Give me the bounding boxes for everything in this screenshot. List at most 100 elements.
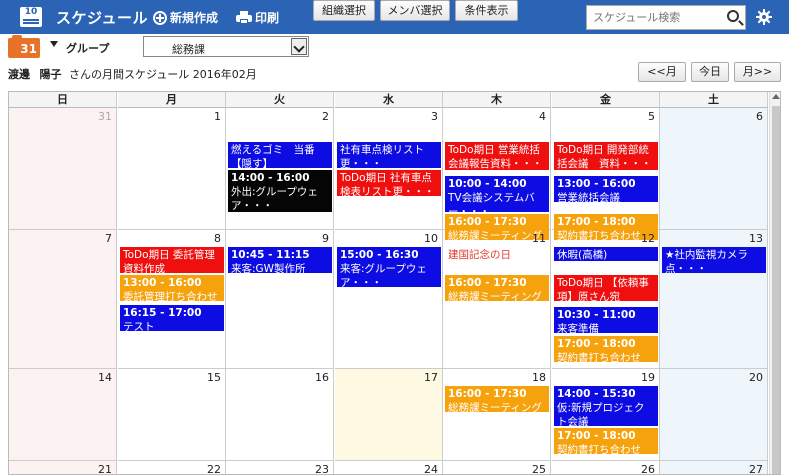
day-number[interactable]: 26	[641, 463, 655, 474]
day-number[interactable]: 20	[749, 371, 763, 384]
day-cell[interactable]: 13 ★社内監視カメラ点・・・	[660, 230, 768, 369]
day-cell[interactable]: 24	[335, 461, 443, 474]
caret-down-icon[interactable]	[50, 41, 58, 47]
scrollbar-thumb[interactable]	[772, 106, 780, 474]
day-cell[interactable]: 20	[660, 369, 768, 461]
calendar-app-icon[interactable]: 10	[20, 7, 42, 27]
day-cell[interactable]: 5 ToDo期日 開発部統括会議 資料・・・ 13:00 - 16:00 営業統括会議…	[552, 108, 660, 240]
day-cell[interactable]: 3 社有車点検リスト更・・・ ToDo期日 社有車点検表リスト更・・・	[335, 108, 443, 230]
calendar-event[interactable]: 16:00 - 17:30 総務課ミーティング	[445, 386, 549, 412]
calendar-event[interactable]: ToDo期日 開発部統括会議 資料・・・	[554, 142, 658, 170]
prev-month-button[interactable]: <<月	[638, 62, 686, 82]
day-number[interactable]: 16	[315, 371, 329, 384]
calendar-event[interactable]: 14:00 - 16:00 外出:グループウェア・・・	[228, 170, 332, 212]
calendar-event[interactable]: 16:00 - 17:30 総務課ミーティング	[445, 275, 549, 301]
calendar-event[interactable]: 15:00 - 16:30 来客:グループウェア・・・	[337, 247, 441, 287]
day-cell[interactable]: 18 16:00 - 17:30 総務課ミーティング	[443, 369, 551, 461]
calendar-event[interactable]: 17:00 - 18:00 契約書打ち合わせ	[554, 428, 658, 454]
day-cell[interactable]: 4 ToDo期日 営業統括会議報告資料・・・ 10:00 - 14:00 TV会議シス…	[443, 108, 551, 240]
day-number[interactable]: 7	[105, 232, 112, 245]
calendar-event[interactable]: 16:15 - 17:00 テスト	[120, 305, 224, 331]
day-number[interactable]: 21	[98, 463, 112, 474]
gear-icon[interactable]	[756, 9, 772, 25]
calendar-event[interactable]: 社有車点検リスト更・・・	[337, 142, 441, 168]
calendar-event[interactable]: 10:00 - 14:00 TV会議システムバー・・・	[445, 176, 549, 212]
day-number[interactable]: 31	[98, 110, 112, 123]
day-cell[interactable]: 23	[226, 461, 334, 474]
day-number[interactable]: 23	[315, 463, 329, 474]
day-cell[interactable]: 6	[660, 108, 768, 230]
calendar-event[interactable]: ToDo期日 委託管理資料作成	[120, 247, 224, 273]
search-icon[interactable]	[727, 10, 739, 22]
calendar-event[interactable]: 休暇(高橋)	[554, 247, 658, 261]
day-cell[interactable]: 31	[9, 108, 117, 230]
calendar-event[interactable]: ★社内監視カメラ点・・・	[662, 247, 766, 273]
day-number[interactable]: 27	[749, 463, 763, 474]
day-cell[interactable]: 2 燃えるゴミ 当番【隠す】 14:00 - 16:00 外出:グループウェア・・・	[226, 108, 334, 230]
day-number[interactable]: 14	[98, 371, 112, 384]
next-month-button[interactable]: 月>>	[734, 62, 781, 82]
vertical-scrollbar[interactable]	[769, 92, 780, 474]
day-cell[interactable]: 10 15:00 - 16:30 来客:グループウェア・・・	[335, 230, 443, 369]
day-number[interactable]: 11	[532, 232, 546, 245]
day-number[interactable]: 13	[749, 232, 763, 245]
day-number[interactable]: 2	[322, 110, 329, 123]
day-number[interactable]: 18	[532, 371, 546, 384]
day-cell[interactable]: 1	[118, 108, 226, 230]
day-number[interactable]: 19	[641, 371, 655, 384]
day-number[interactable]: 5	[648, 110, 655, 123]
day-cell[interactable]: 11 建国記念の日 16:00 - 17:30 総務課ミーティング	[443, 230, 551, 369]
calendar-event[interactable]: 建国記念の日	[445, 247, 549, 261]
day-number[interactable]: 9	[322, 232, 329, 245]
day-number[interactable]: 25	[532, 463, 546, 474]
calendar-event[interactable]: 燃えるゴミ 当番【隠す】	[228, 142, 332, 168]
day-cell[interactable]: 19 14:00 - 15:30 仮:新規プロジェクト会議 17:00 - 18:00…	[552, 369, 660, 461]
day-number[interactable]: 10	[424, 232, 438, 245]
calendar-event[interactable]: ToDo期日 営業統括会議報告資料・・・	[445, 142, 549, 170]
day-cell[interactable]: 8 ToDo期日 委託管理資料作成 13:00 - 16:00 委託管理打ち合わせ 16…	[118, 230, 226, 369]
calendar-event[interactable]: ToDo期日 【依頼事項】原さん宛	[554, 275, 658, 301]
member-select-button[interactable]: メンバ選択	[380, 0, 450, 21]
day-cell[interactable]: 16	[226, 369, 334, 461]
day-cell[interactable]: 27	[660, 461, 768, 474]
day-number[interactable]: 8	[214, 232, 221, 245]
day-cell[interactable]: 21	[9, 461, 117, 474]
day-number[interactable]: 17	[424, 371, 438, 384]
day-cell[interactable]: 15	[118, 369, 226, 461]
app-title[interactable]: スケジュール	[56, 7, 148, 28]
org-select-button[interactable]: 組織選択	[313, 0, 375, 21]
day-cell[interactable]: 7	[9, 230, 117, 369]
day-number[interactable]: 1	[214, 110, 221, 123]
day-number[interactable]: 12	[641, 232, 655, 245]
day-cell[interactable]: 9 10:45 - 11:15 来客:GW製作所	[226, 230, 334, 369]
calendar-event[interactable]: 10:45 - 11:15 来客:GW製作所	[228, 247, 332, 273]
day-number[interactable]: 15	[207, 371, 221, 384]
day-number[interactable]: 4	[539, 110, 546, 123]
day-number[interactable]: 24	[424, 463, 438, 474]
condition-show-button[interactable]: 条件表示	[455, 0, 518, 21]
weekday-label: 火	[226, 92, 334, 108]
calendar-event[interactable]: 14:00 - 15:30 仮:新規プロジェクト会議	[554, 386, 658, 426]
today-button[interactable]: 今日	[691, 62, 729, 82]
calendar-event[interactable]: 13:00 - 16:00 委託管理打ち合わせ	[120, 275, 224, 301]
calendar-event[interactable]: 17:00 - 18:00 契約書打ち合わせ	[554, 336, 658, 362]
day-cell[interactable]: 17	[335, 369, 443, 461]
day-cell[interactable]: 25	[443, 461, 551, 474]
new-schedule-button[interactable]: 新規作成	[153, 9, 218, 26]
group-calendar-icon[interactable]: 31	[8, 35, 40, 58]
department-select[interactable]: 総務課	[143, 36, 309, 57]
day-cell[interactable]: 22	[118, 461, 226, 474]
day-cell[interactable]: 26	[552, 461, 660, 474]
calendar-event[interactable]: ToDo期日 社有車点検表リスト更・・・	[337, 170, 441, 196]
day-number[interactable]: 22	[207, 463, 221, 474]
group-label[interactable]: グループ	[66, 40, 109, 56]
calendar-event[interactable]: 10:30 - 11:00 来客準備	[554, 307, 658, 333]
scroll-up-icon[interactable]	[772, 94, 780, 99]
day-cell[interactable]: 14	[9, 369, 117, 461]
day-number[interactable]: 3	[431, 110, 438, 123]
calendar-event[interactable]: 13:00 - 16:00 営業統括会議	[554, 176, 658, 202]
search-input[interactable]	[587, 6, 717, 29]
print-button[interactable]: 印刷	[236, 9, 279, 26]
day-number[interactable]: 6	[756, 110, 763, 123]
day-cell[interactable]: 12 休暇(高橋) ToDo期日 【依頼事項】原さん宛 10:30 - 11:00 来客…	[552, 230, 660, 369]
